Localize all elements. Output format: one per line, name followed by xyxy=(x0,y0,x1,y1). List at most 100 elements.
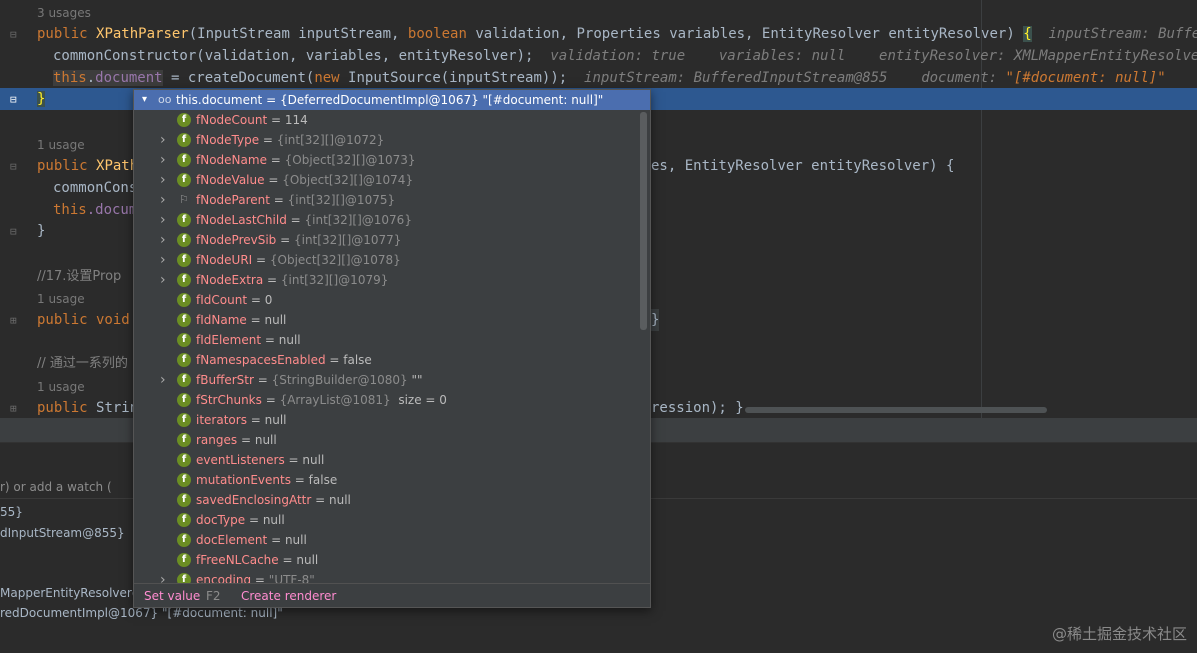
variable-tree-row[interactable]: f fIdCount = 0 xyxy=(134,290,639,310)
variable-value: null xyxy=(284,533,307,547)
variable-tree-row[interactable]: f mutationEvents = false xyxy=(134,470,639,490)
chevron-right-icon[interactable]: › xyxy=(160,370,166,390)
chevron-right-icon[interactable]: › xyxy=(160,150,166,170)
usage-hint[interactable]: 1 usage xyxy=(37,288,85,310)
code-line[interactable]: this.document = createDocument(new Input… xyxy=(53,67,1166,89)
chevron-right-icon[interactable]: › xyxy=(160,250,166,270)
chevron-right-icon[interactable]: › xyxy=(160,190,166,210)
variable-name: docType xyxy=(196,513,246,527)
field-icon: f xyxy=(177,173,191,187)
variable-entry: fNodeType = {int[32][]@1072} xyxy=(196,130,384,150)
equals-sign: = xyxy=(261,393,280,407)
variable-entry: fNodeExtra = {int[32][]@1079} xyxy=(196,270,388,290)
fold-icon[interactable]: ⊞ xyxy=(10,315,20,326)
equals-sign: = xyxy=(237,433,255,447)
fold-icon[interactable]: ⊟ xyxy=(10,226,20,237)
horizontal-scrollbar[interactable] xyxy=(745,407,1047,413)
chevron-down-icon[interactable]: ▾ xyxy=(142,90,147,110)
variable-entry: savedEnclosingAttr = null xyxy=(196,490,351,510)
variable-name: iterators xyxy=(196,413,247,427)
code-line[interactable]: public XPath xyxy=(37,155,138,177)
folded-code-tail[interactable]: ression); } xyxy=(651,397,744,418)
variable-name: savedEnclosingAttr xyxy=(196,493,312,507)
code-comment[interactable]: // 通过一系列的 xyxy=(37,353,128,375)
variable-entry: fNodeCount = 114 xyxy=(196,110,308,130)
variable-row[interactable]: dInputStream@855} xyxy=(0,526,125,540)
code-line[interactable]: public Strin xyxy=(37,397,138,418)
fold-icon[interactable]: ⊟ xyxy=(10,161,20,172)
variable-name: fNodeValue xyxy=(196,173,265,187)
variable-name: fFreeNLCache xyxy=(196,553,279,567)
variable-name: eventListeners xyxy=(196,453,285,467)
code-line[interactable]: public void xyxy=(37,309,130,331)
variable-tree-row[interactable]: f docElement = null xyxy=(134,530,639,550)
popup-scrollbar[interactable] xyxy=(640,112,647,330)
chevron-right-icon[interactable]: › xyxy=(160,270,166,290)
variable-tree-row[interactable]: › f fNodeName = {Object[32][]@1073} xyxy=(134,150,639,170)
variable-name: fNodeCount xyxy=(196,113,268,127)
variable-tree-row[interactable]: f fIdElement = null xyxy=(134,330,639,350)
variable-tree-row[interactable]: f fStrChunks = {ArrayList@1081} size = 0 xyxy=(134,390,639,410)
chevron-right-icon[interactable]: › xyxy=(160,230,166,250)
variable-reference: {Object[32][]@1073} xyxy=(284,153,416,167)
code-line[interactable]: } xyxy=(37,220,45,242)
variable-row[interactable]: redDocumentImpl@1067} "[#document: null]… xyxy=(0,606,283,620)
variable-value: null xyxy=(302,453,325,467)
variable-tree-row[interactable]: f fIdName = null xyxy=(134,310,639,330)
create-renderer-link[interactable]: Create renderer xyxy=(241,584,336,607)
code-comment[interactable]: //17.设置Prop xyxy=(37,266,121,288)
variable-inspector-popup[interactable]: ▾ oo this.document = {DeferredDocumentIm… xyxy=(133,89,651,608)
variable-tree-row[interactable]: f iterators = null xyxy=(134,410,639,430)
variable-name: fNodeLastChild xyxy=(196,213,287,227)
code-line[interactable]: commonCons xyxy=(53,177,137,199)
variable-reference: {int[32][]@1079} xyxy=(280,273,389,287)
variable-tree-row[interactable]: › f fNodePrevSib = {int[32][]@1077} xyxy=(134,230,639,250)
variable-tree-row[interactable]: f docType = null xyxy=(134,510,639,530)
code-line-tail[interactable]: es, EntityResolver entityResolver) { xyxy=(651,155,954,177)
variable-tree-row[interactable]: › f fNodeURI = {Object[32][]@1078} xyxy=(134,250,639,270)
variable-tree-row[interactable]: › f fBufferStr = {StringBuilder@1080} "" xyxy=(134,370,639,390)
equals-sign: = xyxy=(263,273,281,287)
variable-value: 0 xyxy=(264,293,273,307)
usage-hint[interactable]: 1 usage xyxy=(37,134,85,156)
code-line[interactable]: this.docum xyxy=(53,199,137,221)
popup-header-row[interactable]: ▾ oo this.document = {DeferredDocumentIm… xyxy=(134,90,650,110)
field-icon: f xyxy=(177,233,191,247)
variable-tree-row[interactable]: › f fNodeValue = {Object[32][]@1074} xyxy=(134,170,639,190)
usage-hint[interactable]: 1 usage xyxy=(37,376,85,398)
variable-tree-row[interactable]: f eventListeners = null xyxy=(134,450,639,470)
variable-name: fNamespacesEnabled xyxy=(196,353,326,367)
field-icon: f xyxy=(177,113,191,127)
folded-code-tail[interactable]: } xyxy=(651,309,660,331)
variable-entry: eventListeners = null xyxy=(196,450,324,470)
variable-row[interactable]: MapperEntityResolver@ xyxy=(0,586,144,600)
fold-icon[interactable]: ⊞ xyxy=(10,403,20,414)
variable-tree-row[interactable]: › f fNodeType = {int[32][]@1072} xyxy=(134,130,639,150)
chevron-right-icon[interactable]: › xyxy=(160,130,166,150)
variable-tree-row[interactable]: f savedEnclosingAttr = null xyxy=(134,490,639,510)
variable-row[interactable]: 55} xyxy=(0,505,23,519)
fold-icon[interactable]: ⊟ xyxy=(10,94,20,105)
usage-hint[interactable]: 3 usages xyxy=(37,2,91,24)
variable-value: "" xyxy=(407,373,423,387)
field-icon: f xyxy=(177,533,191,547)
field-icon: f xyxy=(177,133,191,147)
code-line[interactable]: public XPathParser(InputStream inputStre… xyxy=(37,23,1197,45)
set-value-link[interactable]: Set value xyxy=(144,584,200,607)
variable-tree-row[interactable]: f fNodeCount = 114 xyxy=(134,110,639,130)
chevron-right-icon[interactable]: › xyxy=(160,170,166,190)
variable-tree-row[interactable]: › ⚐ fNodeParent = {int[32][]@1075} xyxy=(134,190,639,210)
fold-icon[interactable]: ⊟ xyxy=(10,29,20,40)
evaluate-hint: r) or add a watch ( xyxy=(0,480,112,494)
variable-reference: {Object[32][]@1078} xyxy=(269,253,401,267)
variable-tree-row[interactable]: › f fNodeLastChild = {int[32][]@1076} xyxy=(134,210,639,230)
chevron-right-icon[interactable]: › xyxy=(160,210,166,230)
watch-glasses-icon: oo xyxy=(158,93,172,106)
variable-entry: fNodeParent = {int[32][]@1075} xyxy=(196,190,395,210)
variable-tree-row[interactable]: f ranges = null xyxy=(134,430,639,450)
variable-tree-row[interactable]: f fNamespacesEnabled = false xyxy=(134,350,639,370)
code-line[interactable]: commonConstructor(validation, variables,… xyxy=(53,45,1197,67)
code-line-current[interactable]: } xyxy=(37,88,46,110)
variable-tree-row[interactable]: › f fNodeExtra = {int[32][]@1079} xyxy=(134,270,639,290)
variable-tree-row[interactable]: f fFreeNLCache = null xyxy=(134,550,639,570)
